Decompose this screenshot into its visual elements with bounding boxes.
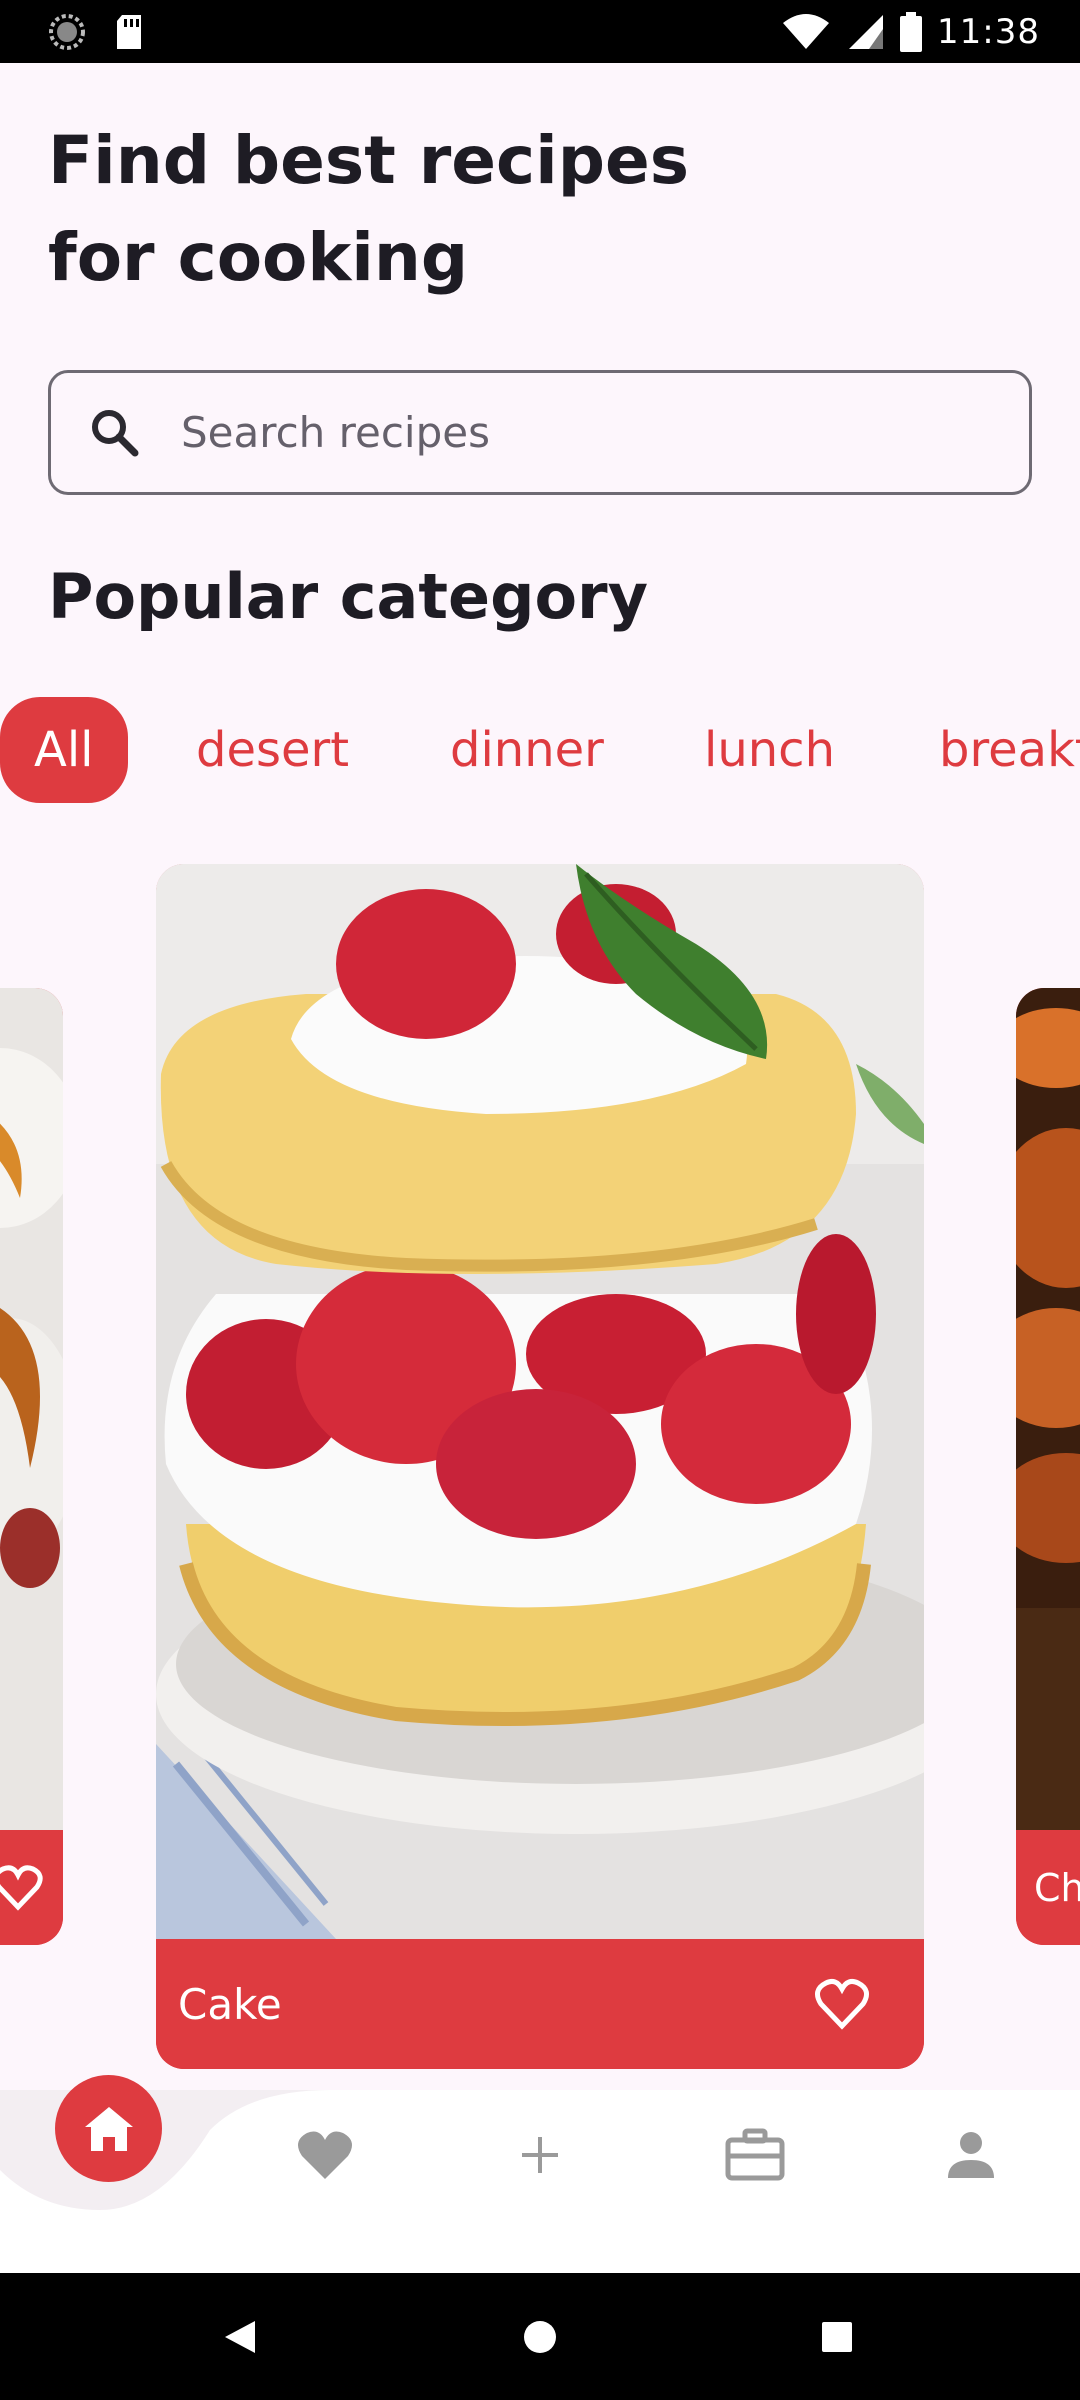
recipe-card-footer-cake: Cake xyxy=(156,1939,924,2069)
recipe-image xyxy=(1016,988,1080,1830)
home-system-button[interactable] xyxy=(500,2273,580,2400)
nav-add[interactable] xyxy=(505,2120,575,2190)
page-title: Find best recipes for cooking xyxy=(48,112,848,306)
square-recents-icon xyxy=(822,2321,852,2352)
plus-icon xyxy=(522,2137,558,2173)
chip-all[interactable]: All xyxy=(0,697,128,803)
status-left xyxy=(48,13,144,51)
status-bar: 11:38 xyxy=(0,0,1080,63)
chip-desert[interactable]: desert xyxy=(162,697,383,803)
chip-lunch[interactable]: lunch xyxy=(670,697,869,803)
status-time: 11:38 xyxy=(937,11,1040,52)
search-input[interactable] xyxy=(179,407,979,458)
nav-profile[interactable] xyxy=(936,2120,1006,2190)
recipe-image xyxy=(0,988,63,1830)
nav-favorites[interactable] xyxy=(290,2120,360,2190)
recipe-card-footer xyxy=(0,1830,63,1945)
activity-icon xyxy=(49,13,85,50)
recipe-card-left[interactable] xyxy=(0,988,63,1945)
nav-briefcase[interactable] xyxy=(720,2120,790,2190)
nav-home-button[interactable] xyxy=(55,2075,162,2182)
back-icon xyxy=(225,2320,255,2353)
recipe-carousel[interactable]: Cake Ch xyxy=(0,860,1080,2070)
system-navigation-bar xyxy=(0,2273,1080,2400)
heart-icon xyxy=(298,2131,352,2179)
cell-signal-icon xyxy=(849,14,884,49)
status-right: 11:38 xyxy=(781,11,1040,52)
category-chips: All desert dinner lunch breakfast xyxy=(0,697,1080,803)
section-title: Popular category xyxy=(48,560,649,633)
page-title-line2: for cooking xyxy=(48,219,469,296)
recipe-card-right[interactable]: Ch xyxy=(1016,988,1080,1945)
recipe-title: Ch xyxy=(1034,1865,1080,1910)
search-icon xyxy=(92,409,139,456)
battery-icon xyxy=(900,11,923,52)
chip-dinner[interactable]: dinner xyxy=(416,697,638,803)
recipe-card-cake[interactable]: Cake xyxy=(156,864,924,2069)
back-button[interactable] xyxy=(200,2273,280,2400)
circle-home-icon xyxy=(524,2320,556,2353)
heart-outline-icon[interactable] xyxy=(0,1864,43,1911)
recipe-title: Cake xyxy=(178,1979,282,2029)
recipe-image-cake xyxy=(156,864,924,1939)
page-title-line1: Find best recipes xyxy=(48,122,690,199)
recents-button[interactable] xyxy=(797,2273,877,2400)
search-box[interactable] xyxy=(48,370,1032,495)
home-icon xyxy=(84,2106,133,2151)
wifi-icon xyxy=(783,13,830,49)
chip-breakfast[interactable]: breakfast xyxy=(905,697,1080,803)
nav-notch xyxy=(0,2090,330,2210)
sd-card-icon xyxy=(117,14,141,49)
person-icon xyxy=(948,2132,994,2178)
briefcase-icon xyxy=(725,2128,785,2181)
heart-outline-icon[interactable] xyxy=(814,1978,870,2030)
recipe-card-footer: Ch xyxy=(1016,1830,1080,1945)
